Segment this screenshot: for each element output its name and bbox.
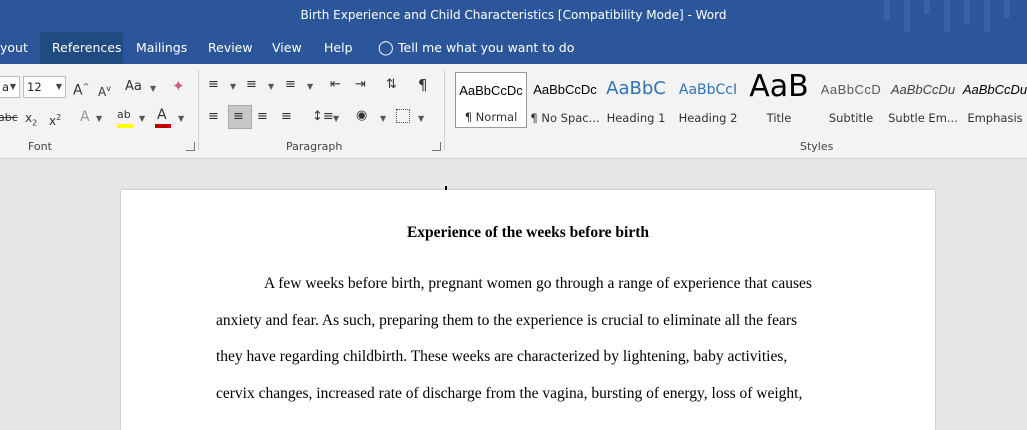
justify-icon[interactable]: ≡ [281, 108, 292, 126]
title-bar: Birth Experience and Child Characteristi… [0, 0, 1027, 32]
tell-me-search[interactable]: ◯ Tell me what you want to do [378, 32, 574, 64]
document-line: anxiety and fear. As such, preparing the… [216, 312, 798, 329]
lightbulb-icon: ◯ [378, 40, 394, 56]
style-preview: AaBbCcDc [459, 83, 523, 98]
style-heading-2[interactable]: AaBbCcI Heading 2 [672, 72, 744, 128]
font-name-value: a [2, 80, 10, 94]
style-name: ¶ Normal [464, 110, 518, 124]
document-line: cervix changes, increased rate of discha… [216, 385, 803, 402]
font-color-icon[interactable]: A [157, 106, 167, 124]
font-dialog-launcher-icon[interactable] [186, 142, 195, 151]
clear-formatting-icon[interactable]: ✦ [172, 77, 185, 95]
paragraph-dialog-launcher-icon[interactable] [432, 142, 441, 151]
tab-layout[interactable]: yout [0, 32, 40, 64]
style-no-spacing[interactable]: AaBbCcDc ¶ No Spac... [529, 72, 601, 128]
document-line: A few weeks before birth, pregnant women… [264, 275, 812, 292]
highlight-icon[interactable]: ab [117, 106, 131, 124]
align-left-icon[interactable]: ≡ [208, 108, 219, 126]
tab-references[interactable]: References [40, 32, 123, 64]
ribbon-tabs: yout References Mailings Review View Hel… [0, 32, 1027, 64]
font-color-bar [155, 124, 171, 128]
change-case-icon[interactable]: Aa [125, 78, 142, 96]
style-name: Subtle Em... [888, 111, 958, 125]
shrink-font-icon[interactable]: Av [98, 80, 111, 101]
style-preview: AaBbCcI [678, 82, 738, 98]
style-name: ¶ No Spac... [530, 111, 600, 125]
grow-font-icon[interactable]: A^ [73, 78, 89, 100]
bullets-icon[interactable]: ≡ [208, 76, 219, 94]
line-spacing-icon[interactable]: ↕≡ [312, 108, 334, 126]
numbering-dropdown-icon[interactable]: ▼ [268, 82, 274, 91]
style-name: Heading 2 [678, 111, 738, 125]
style-preview: AaBbCcDu [890, 82, 956, 97]
subscript-icon[interactable]: x2 [25, 109, 37, 132]
sort-icon[interactable]: ⇅ [386, 76, 397, 94]
tab-review[interactable]: Review [196, 32, 265, 64]
group-divider [198, 70, 199, 150]
font-size-box[interactable]: 12 ▼ [23, 76, 66, 98]
shading-dropdown-icon[interactable]: ▼ [380, 114, 386, 123]
font-color-dropdown-icon[interactable]: ▼ [178, 114, 184, 123]
font-size-value: 12 [27, 80, 42, 94]
font-size-dropdown-icon: ▼ [55, 82, 62, 91]
text-cursor [445, 186, 447, 190]
line-spacing-dropdown-icon[interactable]: ▼ [333, 114, 339, 123]
style-name: Heading 1 [606, 111, 666, 125]
tell-me-label: Tell me what you want to do [398, 40, 575, 55]
tab-help[interactable]: Help [312, 32, 365, 64]
numbering-icon[interactable]: ≡ [246, 76, 257, 94]
multilevel-dropdown-icon[interactable]: ▼ [307, 82, 313, 91]
style-preview: AaBbCcDu [962, 82, 1027, 97]
tab-view[interactable]: View [260, 32, 314, 64]
style-preview: AaB [749, 69, 809, 104]
highlight-dropdown-icon[interactable]: ▼ [139, 114, 145, 123]
show-marks-icon[interactable]: ¶ [418, 76, 428, 94]
font-group-label: Font [28, 140, 52, 153]
document-heading: Experience of the weeks before birth [406, 224, 650, 241]
document-canvas: Experience of the weeks before birth A f… [0, 159, 1027, 430]
style-normal[interactable]: AaBbCcDc ¶ Normal [455, 72, 527, 128]
style-name: Title [766, 111, 792, 125]
bullets-dropdown-icon[interactable]: ▼ [230, 82, 236, 91]
styles-gallery: AaBbCcDc ¶ Normal AaBbCcDc ¶ No Spac... … [453, 69, 1027, 130]
title-bar-pattern-icon [884, 0, 1010, 32]
borders-dropdown-icon[interactable]: ▼ [418, 114, 424, 123]
change-case-dropdown-icon[interactable]: ▼ [150, 84, 156, 93]
text-effects-dropdown-icon[interactable]: ▼ [96, 114, 102, 123]
font-name-box[interactable]: a ▼ [0, 76, 20, 98]
font-name-dropdown-icon: ▼ [9, 82, 16, 91]
style-preview: AaBbC [606, 78, 666, 99]
text-effects-icon[interactable]: A [80, 108, 90, 126]
increase-indent-icon[interactable]: ⇥ [355, 76, 366, 94]
ribbon: a ▼ 12 ▼ A^ Av Aa ▼ ✦ abc x2 x2 A ▼ ab ▼ A… [0, 64, 1027, 159]
style-subtitle[interactable]: AaBbCcD Subtitle [815, 72, 887, 128]
style-preview: AaBbCcDc [533, 82, 597, 97]
multilevel-list-icon[interactable]: ≡ [285, 76, 296, 94]
decrease-indent-icon[interactable]: ⇤ [330, 76, 341, 94]
borders-icon[interactable] [396, 109, 410, 123]
style-title[interactable]: AaB Title [743, 69, 815, 128]
tab-mailings[interactable]: Mailings [124, 32, 199, 64]
document-page[interactable]: Experience of the weeks before birth A f… [121, 186, 935, 430]
superscript-icon[interactable]: x2 [49, 109, 61, 130]
align-right-icon[interactable]: ≡ [257, 108, 268, 126]
style-heading-1[interactable]: AaBbC Heading 1 [600, 72, 672, 128]
style-preview: AaBbCcD [820, 82, 882, 97]
document-line: they have regarding childbirth. These we… [216, 348, 788, 365]
style-name: Emphasis [967, 111, 1023, 125]
style-subtle-emphasis[interactable]: AaBbCcDu Subtle Em... [887, 72, 959, 128]
strikethrough-icon[interactable]: abc [0, 109, 18, 127]
group-divider [444, 70, 445, 150]
paragraph-group-label: Paragraph [286, 140, 343, 153]
style-name: Subtitle [828, 111, 874, 125]
center-icon[interactable]: ≡ [233, 108, 244, 126]
style-emphasis[interactable]: AaBbCcDu Emphasis [959, 72, 1027, 128]
window-title: Birth Experience and Child Characteristi… [300, 8, 727, 22]
shading-icon[interactable]: ◉ [356, 107, 367, 125]
highlight-color-bar [117, 124, 133, 128]
styles-group-label: Styles [800, 140, 834, 153]
